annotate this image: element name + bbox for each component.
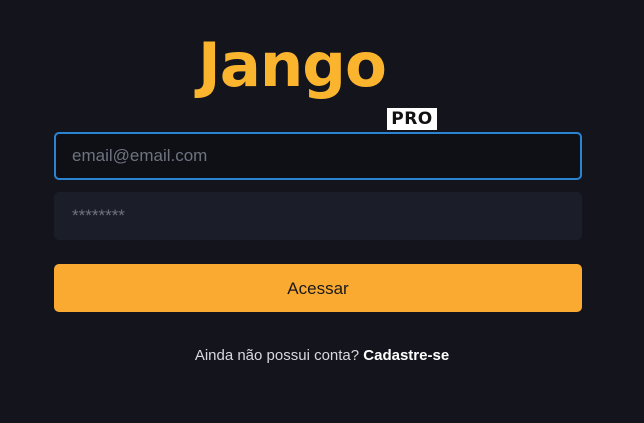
login-submit-button[interactable]: Acessar: [54, 264, 582, 312]
logo-wordmark: Jango: [198, 30, 387, 101]
password-field[interactable]: [54, 192, 582, 240]
login-page: Jango PRO Acessar Ainda não possui conta…: [0, 0, 644, 423]
logo-pro-badge: PRO: [387, 108, 437, 130]
email-field[interactable]: [54, 132, 582, 180]
jango-pro-logo: Jango PRO: [198, 30, 448, 130]
signup-prompt-row: Ainda não possui conta? Cadastre-se: [0, 347, 644, 364]
signup-prompt-text: Ainda não possui conta?: [194, 347, 360, 364]
signup-link[interactable]: Cadastre-se: [363, 347, 449, 364]
